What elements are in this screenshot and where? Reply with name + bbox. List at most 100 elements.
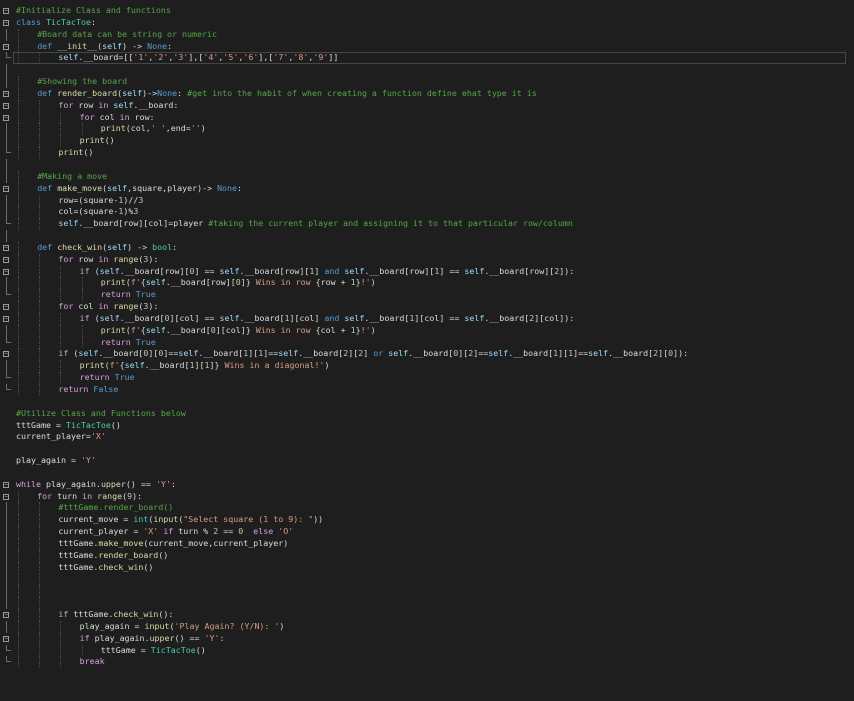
code-line[interactable]: − def render_board(self)->None: #get into… <box>0 87 854 100</box>
code-token: self <box>99 265 120 276</box>
indent-guide <box>60 632 62 645</box>
code-line[interactable]: #Showing the board <box>0 76 854 88</box>
collapse-icon[interactable]: − <box>3 244 9 251</box>
code-line[interactable] <box>0 573 854 586</box>
code-line[interactable]: current_player = 'X' if turn % 2 == 0 el… <box>0 526 854 538</box>
fold-line <box>5 206 7 219</box>
code-line[interactable]: tttGame.render_board() <box>0 549 854 562</box>
code-token: check_win <box>57 241 103 252</box>
code-line[interactable]: print(col,' ',end='') <box>0 123 854 136</box>
code-line[interactable]: tttGame = TicTacToe() <box>0 644 854 657</box>
collapse-icon[interactable]: − <box>3 185 9 192</box>
code-line[interactable]: return True <box>0 289 854 302</box>
fold-end-marker <box>5 336 11 343</box>
code-line[interactable]: play_again = 'Y' <box>0 455 854 467</box>
collapse-icon[interactable]: − <box>3 19 9 26</box>
code-line[interactable]: print(f'{self.__board[1][1]} Wins in a d… <box>0 360 854 373</box>
code-token: ]): <box>559 265 575 276</box>
code-line[interactable]: − for row in range(3): <box>0 253 854 266</box>
code-line[interactable]: − def check_win(self) -> bool: <box>0 241 854 254</box>
code-line[interactable]: − class TicTacToe: <box>0 17 854 29</box>
code-text: if (self.__board[0][col] == self.__board… <box>80 313 575 325</box>
code-line[interactable]: − #Initialize Class and functions <box>0 5 854 17</box>
code-line[interactable]: − if (self.__board[0][0]==self.__board[1]… <box>0 348 854 361</box>
code-line[interactable] <box>0 158 854 171</box>
fold-end-marker <box>5 644 11 651</box>
collapse-icon[interactable]: − <box>3 90 9 97</box>
code-line[interactable]: col=(square-1)%3 <box>0 206 854 219</box>
collapse-icon[interactable]: − <box>3 268 9 275</box>
collapse-icon[interactable]: − <box>3 43 9 50</box>
code-line[interactable]: break <box>0 656 854 669</box>
code-line[interactable]: row=(square-1)//3 <box>0 194 854 207</box>
code-token: return <box>58 384 89 394</box>
code-line[interactable]: current_move = int(input("Select square … <box>0 514 854 527</box>
collapse-icon[interactable]: − <box>3 256 9 263</box>
code-token: () <box>158 549 169 560</box>
code-line[interactable]: − for col in row: <box>0 111 854 124</box>
indent-guide <box>39 597 41 610</box>
code-token: .__board[row][col]=player <box>78 218 209 229</box>
code-line[interactable] <box>0 396 854 408</box>
code-line[interactable]: − for col in range(3): <box>0 301 854 313</box>
code-line[interactable]: #Utilize Class and Functions below <box>0 408 854 420</box>
code-line[interactable]: #Making a move <box>0 170 854 183</box>
collapse-icon[interactable]: − <box>3 102 9 109</box>
collapse-icon[interactable]: − <box>3 8 9 14</box>
code-line[interactable]: − if (self.__board[row][0] == self.__boar… <box>0 265 854 278</box>
code-line[interactable]: − def __init__(self) -> None: <box>0 40 854 53</box>
code-line[interactable] <box>0 230 854 242</box>
code-line[interactable] <box>0 467 854 479</box>
collapse-icon[interactable]: − <box>3 315 9 322</box>
code-editor[interactable]: − #Initialize Class and functions − class T… <box>0 0 854 701</box>
code-line[interactable]: return True <box>0 372 854 384</box>
code-line[interactable]: self.__board[row][col]=player #taking th… <box>0 218 854 231</box>
code-line[interactable]: print(f'{self.__board[0][col]} Wins in r… <box>0 324 854 337</box>
code-token: break <box>79 656 105 667</box>
code-line[interactable]: return True <box>0 336 854 349</box>
code-line[interactable]: − if tttGame.check_win(): <box>0 609 854 621</box>
indent-guide <box>81 644 83 657</box>
collapse-icon[interactable]: − <box>3 635 9 642</box>
collapse-icon[interactable]: − <box>3 351 9 358</box>
code-line[interactable]: − for row in self.__board: <box>0 99 854 112</box>
code-area[interactable]: − #Initialize Class and functions − class T… <box>0 5 854 669</box>
code-line[interactable]: − def make_move(self,square,player)-> Non… <box>0 182 854 195</box>
indent-guide <box>18 336 19 349</box>
code-line[interactable] <box>0 597 854 610</box>
collapse-icon[interactable]: − <box>3 481 9 488</box>
code-token: ][ <box>558 348 569 359</box>
code-line[interactable]: play_again = input('Play Again? (Y/N): '… <box>0 620 854 633</box>
code-text: tttGame.check_win() <box>58 562 153 574</box>
code-line[interactable]: − if (self.__board[0][col] == self.__boar… <box>0 312 854 325</box>
code-line[interactable]: print(f'{self.__board[row][0]} Wins in r… <box>0 277 854 290</box>
code-line[interactable] <box>0 443 854 455</box>
collapse-icon[interactable]: − <box>3 493 9 500</box>
code-line[interactable]: tttGame = TicTacToe() <box>0 420 854 432</box>
collapse-icon[interactable]: − <box>3 612 9 619</box>
indent-guide <box>39 111 41 124</box>
code-line[interactable]: print() <box>0 135 854 148</box>
code-token: {col + <box>315 324 351 335</box>
code-token: ]== <box>263 348 279 359</box>
code-line[interactable]: return False <box>0 384 854 396</box>
collapse-icon[interactable]: − <box>3 114 9 121</box>
collapse-icon[interactable]: − <box>3 304 9 311</box>
code-token: (col, <box>125 123 151 134</box>
indent-guide <box>18 28 19 41</box>
code-line[interactable]: tttGame.make_move(current_move,current_p… <box>0 537 854 550</box>
code-line[interactable]: #Board data can be string or numeric <box>0 28 854 41</box>
code-line[interactable]: − if play_again.upper() == 'Y': <box>0 632 854 645</box>
code-line[interactable]: − while play_again.upper() == 'Y': <box>0 479 854 491</box>
code-line[interactable]: #tttGame.render_board() <box>0 502 854 515</box>
code-line[interactable]: self.__board=[['1','2','3'],['4','5','6'… <box>0 52 854 65</box>
code-text: if (self.__board[0][0]==self.__board[1][… <box>58 348 688 360</box>
code-line[interactable] <box>0 585 854 598</box>
code-line[interactable]: current_player='X' <box>0 431 854 443</box>
code-line[interactable]: − for turn in range(9): <box>0 490 854 503</box>
code-line[interactable]: tttGame.check_win() <box>0 561 854 574</box>
code-line[interactable]: print() <box>0 147 854 159</box>
code-token: col <box>73 301 99 312</box>
code-token: self <box>278 348 299 359</box>
code-line[interactable] <box>0 64 854 77</box>
